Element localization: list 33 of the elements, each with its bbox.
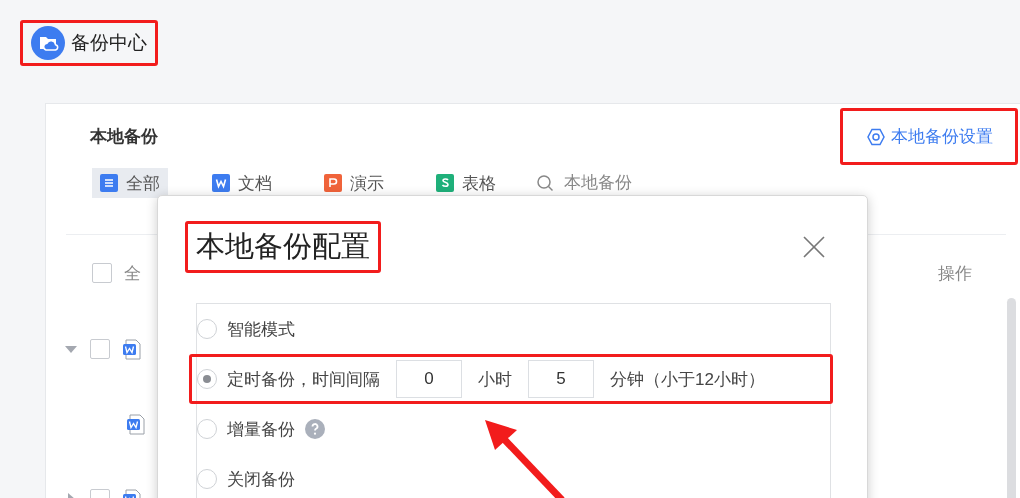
search-field[interactable]: 本地备份 xyxy=(562,172,706,194)
option-label: 关闭备份 xyxy=(227,468,295,491)
document-icon xyxy=(212,174,230,192)
minutes-field[interactable]: 5 xyxy=(528,360,594,398)
search-icon xyxy=(536,174,554,192)
column-header: 全 xyxy=(124,262,141,285)
unit-label: 分钟（小于12小时） xyxy=(610,368,765,391)
presentation-icon xyxy=(324,174,342,192)
document-icon xyxy=(126,412,146,435)
checkbox[interactable] xyxy=(90,338,110,359)
document-icon xyxy=(122,337,142,360)
checkbox[interactable] xyxy=(92,263,112,283)
settings-icon xyxy=(867,127,885,146)
close-button[interactable] xyxy=(801,234,827,260)
hours-field[interactable]: 0 xyxy=(396,360,462,398)
filter-tab[interactable]: 演示 xyxy=(316,168,392,198)
unit-label: 小时 xyxy=(478,368,512,391)
filter-tab[interactable]: 全部 xyxy=(92,168,168,198)
scrollbar[interactable] xyxy=(1007,298,1016,498)
cloud-folder-icon xyxy=(31,26,65,60)
settings-link[interactable]: 本地备份设置 xyxy=(867,125,993,148)
option-label: 智能模式 xyxy=(227,318,295,341)
dialog-title: 本地备份配置 xyxy=(196,229,370,264)
app-title: 备份中心 xyxy=(71,31,147,55)
option-label: 定时备份，时间间隔 xyxy=(227,368,380,391)
panel-title: 本地备份 xyxy=(90,126,158,148)
spreadsheet-icon xyxy=(436,174,454,192)
filter-tab[interactable]: 表格 xyxy=(428,168,504,198)
list-icon xyxy=(100,174,118,192)
column-header: 操作 xyxy=(938,262,972,285)
option-label: 增量备份 xyxy=(227,418,295,441)
help-icon[interactable] xyxy=(305,419,325,439)
filter-tab[interactable]: 文档 xyxy=(204,168,280,198)
